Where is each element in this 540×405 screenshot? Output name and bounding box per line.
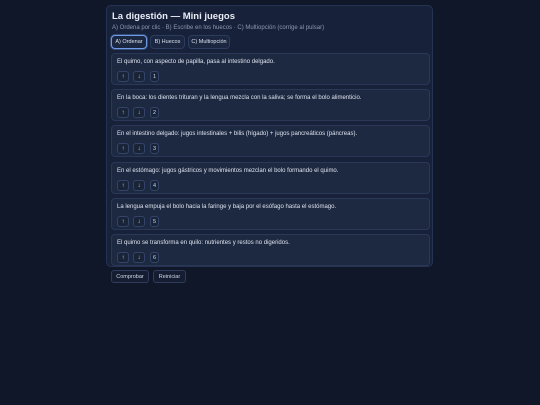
- move-up-button[interactable]: ↑: [117, 216, 129, 227]
- item-text: El quimo, con aspecto de papilla, pasa a…: [117, 59, 275, 65]
- position-badge: 5: [150, 216, 159, 227]
- move-up-button[interactable]: ↑: [117, 252, 129, 263]
- list-item: En la boca: los dientes trituran y la le…: [111, 89, 430, 121]
- list-item: El quimo se transforma en quilo: nutrien…: [111, 234, 430, 266]
- tab-multiopcion[interactable]: C) Multiopción: [188, 35, 230, 49]
- move-down-button[interactable]: ↓: [133, 107, 145, 118]
- list-item: El quimo, con aspecto de papilla, pasa a…: [111, 53, 430, 85]
- list-item: En el intestino delgado: jugos intestina…: [111, 125, 430, 157]
- position-badge: 1: [150, 71, 159, 82]
- page-subtitle: A) Ordena por clic · B) Escribe en los h…: [112, 25, 325, 31]
- position-badge: 4: [150, 180, 159, 191]
- check-button[interactable]: Comprobar: [111, 270, 149, 283]
- item-text: En el estómago: jugos gástricos y movimi…: [117, 168, 339, 174]
- move-down-button[interactable]: ↓: [133, 252, 145, 263]
- move-up-button[interactable]: ↑: [117, 180, 129, 191]
- item-text: El quimo se transforma en quilo: nutrien…: [117, 240, 290, 246]
- page: La digestión — Mini juegos A) Ordena por…: [0, 0, 540, 405]
- page-title: La digestión — Mini juegos: [112, 11, 235, 22]
- item-text: En la boca: los dientes trituran y la le…: [117, 95, 362, 101]
- list-item: La lengua empuja el bolo hacia la faring…: [111, 198, 430, 230]
- move-down-button[interactable]: ↓: [133, 180, 145, 191]
- item-text: La lengua empuja el bolo hacia la faring…: [117, 204, 337, 210]
- reset-button[interactable]: Reiniciar: [153, 270, 186, 283]
- position-badge: 2: [150, 107, 159, 118]
- action-bar: Comprobar Reiniciar: [111, 270, 186, 283]
- move-up-button[interactable]: ↑: [117, 143, 129, 154]
- item-text: En el intestino delgado: jugos intestina…: [117, 131, 358, 137]
- move-down-button[interactable]: ↓: [133, 143, 145, 154]
- move-up-button[interactable]: ↑: [117, 71, 129, 82]
- move-down-button[interactable]: ↓: [133, 71, 145, 82]
- list-item: En el estómago: jugos gástricos y movimi…: [111, 162, 430, 194]
- tab-ordenar[interactable]: A) Ordenar: [111, 35, 147, 49]
- position-badge: 6: [150, 252, 159, 263]
- game-card: La digestión — Mini juegos A) Ordena por…: [106, 5, 433, 267]
- move-up-button[interactable]: ↑: [117, 107, 129, 118]
- move-down-button[interactable]: ↓: [133, 216, 145, 227]
- position-badge: 3: [150, 143, 159, 154]
- mode-tabs: A) Ordenar B) Huecos C) Multiopción: [111, 35, 230, 49]
- tab-huecos[interactable]: B) Huecos: [150, 35, 185, 49]
